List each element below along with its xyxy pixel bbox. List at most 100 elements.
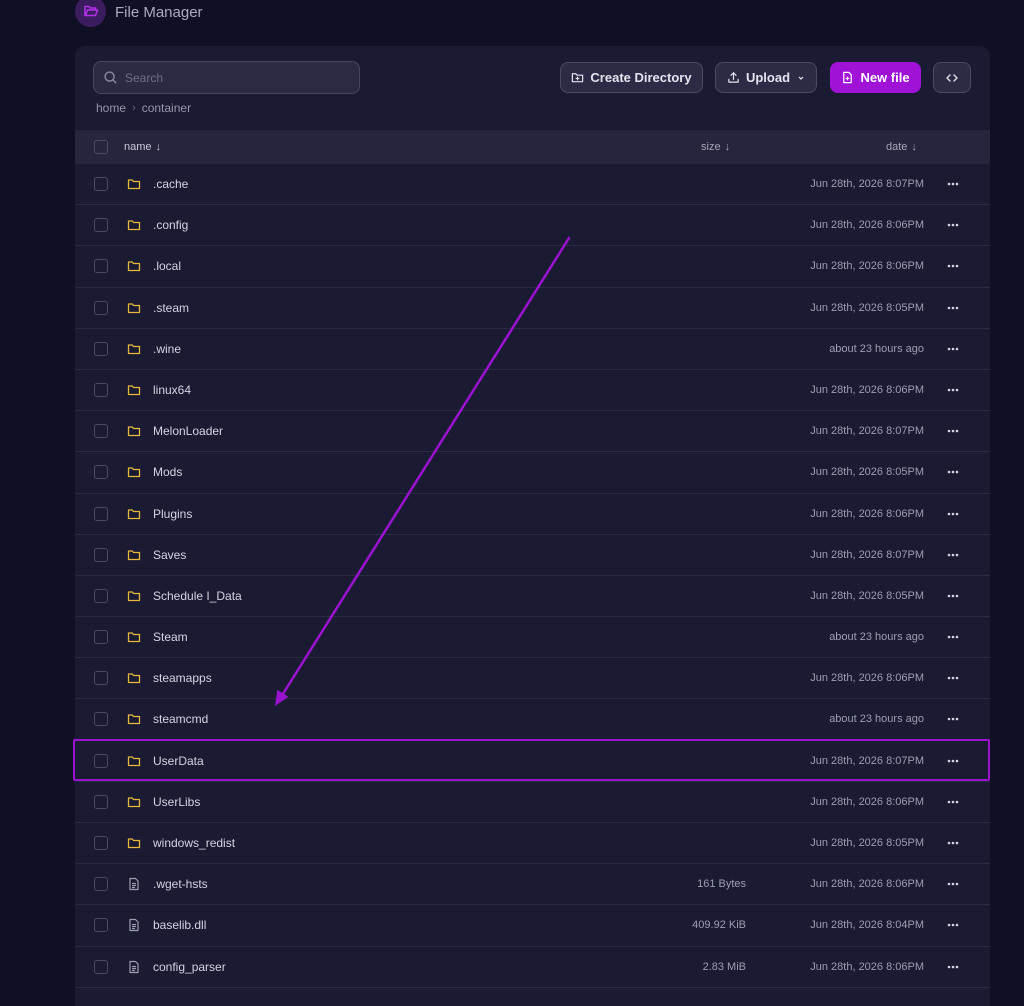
- row-checkbox[interactable]: [94, 671, 108, 686]
- row-checkbox[interactable]: [94, 218, 108, 233]
- file-row[interactable]: .local Jun 28th, 2026 8:06PM: [75, 246, 990, 288]
- row-checkbox[interactable]: [94, 630, 108, 645]
- file-date: Jun 28th, 2026 8:05PM: [810, 837, 924, 849]
- file-row[interactable]: config_parser 2.83 MiB Jun 28th, 2026 8:06…: [75, 947, 990, 988]
- file-name[interactable]: Mods: [153, 452, 182, 492]
- upload-button[interactable]: Upload: [715, 62, 817, 93]
- file-row[interactable]: Schedule I_Data Jun 28th, 2026 8:05PM: [75, 576, 990, 618]
- column-header-size[interactable]: size ↓: [701, 130, 730, 164]
- breadcrumb-home[interactable]: home: [96, 101, 126, 115]
- row-checkbox[interactable]: [94, 794, 108, 809]
- file-row[interactable]: UserData Jun 28th, 2026 8:07PM: [75, 741, 990, 782]
- row-checkbox[interactable]: [94, 177, 108, 191]
- file-name[interactable]: Steam: [153, 617, 188, 657]
- select-all-checkbox[interactable]: [94, 140, 108, 154]
- folder-icon: [127, 673, 141, 684]
- file-row[interactable]: .config Jun 28th, 2026 8:06PM: [75, 205, 990, 247]
- row-actions-button[interactable]: [941, 342, 965, 356]
- file-name[interactable]: Schedule I_Data: [153, 576, 242, 616]
- row-actions-button[interactable]: [941, 918, 965, 932]
- row-checkbox[interactable]: [94, 300, 108, 315]
- row-checkbox[interactable]: [94, 959, 108, 974]
- row-actions-button[interactable]: [941, 507, 965, 521]
- row-checkbox[interactable]: [94, 506, 108, 521]
- file-name[interactable]: Plugins: [153, 494, 192, 534]
- file-row[interactable]: linux64 Jun 28th, 2026 8:06PM: [75, 370, 990, 412]
- file-row[interactable]: windows_redist Jun 28th, 2026 8:05PM: [75, 823, 990, 865]
- row-checkbox[interactable]: [94, 753, 108, 768]
- row-actions-button[interactable]: [941, 877, 965, 891]
- search-input[interactable]: [118, 62, 359, 93]
- file-row[interactable]: .cache Jun 28th, 2026 8:07PM: [75, 164, 990, 206]
- row-actions-button[interactable]: [941, 177, 965, 191]
- row-actions-button[interactable]: [941, 589, 965, 603]
- row-actions-button[interactable]: [941, 960, 965, 974]
- file-row[interactable]: .wget-hsts 161 Bytes Jun 28th, 2026 8:06PM: [75, 864, 990, 906]
- row-actions-button[interactable]: [941, 301, 965, 315]
- folder-icon: [127, 261, 141, 272]
- file-name[interactable]: UserData: [153, 741, 204, 781]
- file-row[interactable]: UserLibs Jun 28th, 2026 8:06PM: [75, 782, 990, 823]
- file-name[interactable]: .local: [153, 246, 181, 286]
- new-file-button[interactable]: New file: [830, 62, 921, 93]
- row-actions-button[interactable]: [941, 671, 965, 685]
- column-header-name[interactable]: name ↓: [124, 130, 161, 164]
- folder-icon: [127, 179, 141, 190]
- file-name[interactable]: .steam: [153, 288, 189, 328]
- row-checkbox[interactable]: [94, 918, 108, 933]
- file-row[interactable]: .steam Jun 28th, 2026 8:05PM: [75, 288, 990, 329]
- file-name[interactable]: steamapps: [153, 658, 212, 698]
- row-actions-button[interactable]: [941, 795, 965, 809]
- row-checkbox[interactable]: [94, 341, 108, 356]
- row-checkbox[interactable]: [94, 712, 108, 727]
- search-box[interactable]: [93, 61, 360, 94]
- file-row[interactable]: baselib.dll 409.92 KiB Jun 28th, 2026 8:04…: [75, 905, 990, 947]
- row-actions-button[interactable]: [941, 548, 965, 562]
- upload-icon: [728, 72, 739, 83]
- file-name[interactable]: .wget-hsts: [153, 864, 208, 904]
- file-name[interactable]: config_parser: [153, 947, 226, 987]
- row-actions-button[interactable]: [941, 218, 965, 232]
- row-checkbox[interactable]: [94, 877, 108, 892]
- row-checkbox[interactable]: [94, 547, 108, 562]
- file-row[interactable]: Plugins Jun 28th, 2026 8:06PM: [75, 494, 990, 535]
- folder-open-icon: [75, 0, 106, 27]
- row-actions-button[interactable]: [941, 465, 965, 479]
- row-actions-button[interactable]: [941, 836, 965, 850]
- row-actions-button[interactable]: [941, 630, 965, 644]
- more-horizontal-icon: [947, 759, 959, 762]
- file-row[interactable]: Mods Jun 28th, 2026 8:05PM: [75, 452, 990, 494]
- file-name[interactable]: .wine: [153, 329, 181, 369]
- file-name[interactable]: .config: [153, 205, 188, 245]
- file-name[interactable]: UserLibs: [153, 782, 200, 822]
- file-row[interactable]: .wine about 23 hours ago: [75, 329, 990, 370]
- file-name[interactable]: .cache: [153, 164, 188, 204]
- row-checkbox[interactable]: [94, 588, 108, 603]
- breadcrumb-container[interactable]: container: [142, 101, 191, 115]
- file-name[interactable]: MelonLoader: [153, 411, 223, 451]
- file-row[interactable]: Saves Jun 28th, 2026 8:07PM: [75, 535, 990, 576]
- row-actions-button[interactable]: [941, 712, 965, 726]
- create-directory-button[interactable]: Create Directory: [560, 62, 703, 93]
- row-checkbox[interactable]: [94, 259, 108, 274]
- row-actions-button[interactable]: [941, 424, 965, 438]
- row-checkbox[interactable]: [94, 465, 108, 480]
- row-actions-button[interactable]: [941, 259, 965, 273]
- row-actions-button[interactable]: [941, 754, 965, 768]
- file-row[interactable]: MelonLoader Jun 28th, 2026 8:07PM: [75, 411, 990, 453]
- file-row[interactable]: steamapps Jun 28th, 2026 8:06PM: [75, 658, 990, 700]
- file-row[interactable]: steamcmd about 23 hours ago: [75, 699, 990, 741]
- file-name[interactable]: steamcmd: [153, 699, 208, 739]
- row-checkbox[interactable]: [94, 836, 108, 850]
- file-name[interactable]: baselib.dll: [153, 905, 206, 945]
- row-checkbox[interactable]: [94, 424, 108, 439]
- row-checkbox[interactable]: [94, 382, 108, 397]
- more-horizontal-icon: [947, 512, 959, 515]
- column-header-date[interactable]: date ↓: [886, 130, 917, 164]
- row-actions-button[interactable]: [941, 383, 965, 397]
- file-name[interactable]: windows_redist: [153, 823, 235, 863]
- code-view-button[interactable]: [933, 62, 971, 93]
- file-name[interactable]: linux64: [153, 370, 191, 410]
- file-row[interactable]: Steam about 23 hours ago: [75, 617, 990, 659]
- file-name[interactable]: Saves: [153, 535, 186, 575]
